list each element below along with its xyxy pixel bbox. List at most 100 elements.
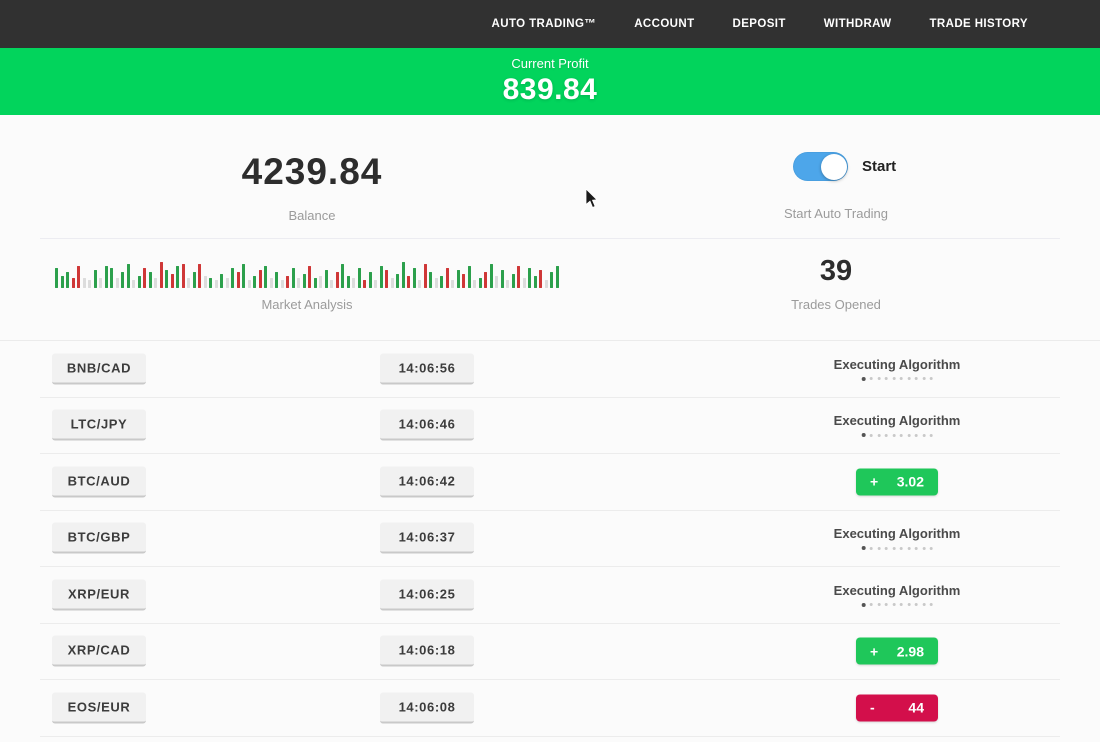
market-bar [193, 272, 196, 288]
executing-progress-dots [861, 603, 933, 607]
trade-pair-chip[interactable]: XRP/EUR [52, 579, 146, 610]
market-bar [363, 280, 366, 288]
loss-badge: -44 [856, 694, 938, 721]
market-bar [253, 276, 256, 288]
progress-dot [870, 434, 873, 437]
nav-item-trade-history[interactable]: TRADE HISTORY [930, 18, 1029, 30]
trade-row: BNB/CAD14:06:56Executing Algorithm [40, 341, 1060, 398]
nav-item-withdraw[interactable]: WITHDRAW [824, 18, 892, 30]
progress-dot [915, 377, 918, 380]
profit-banner: Current Profit 839.84 [0, 48, 1100, 115]
market-bar [495, 276, 498, 288]
trade-time-chip: 14:06:46 [380, 410, 474, 441]
progress-dot [892, 603, 895, 606]
market-bar [281, 280, 284, 288]
trades-opened-value: 39 [716, 255, 956, 288]
progress-dot [930, 377, 933, 380]
market-bar [352, 278, 355, 288]
trade-row: BTC/GBP14:06:37Executing Algorithm [40, 511, 1060, 568]
progress-dot [877, 603, 880, 606]
market-bar [528, 268, 531, 288]
trade-pair-chip[interactable]: BTC/GBP [52, 523, 146, 554]
profit-banner-label: Current Profit [511, 56, 588, 71]
trade-pair-chip[interactable]: BTC/AUD [52, 466, 146, 497]
result-value: 3.02 [897, 474, 924, 490]
market-bar [297, 278, 300, 288]
nav-item-account[interactable]: ACCOUNT [634, 18, 694, 30]
market-analysis-chart [55, 258, 561, 288]
market-bar [116, 278, 119, 288]
trade-pair-chip[interactable]: XRP/CAD [52, 636, 146, 667]
toggle-state-label: Start [862, 158, 896, 175]
market-analysis-label: Market Analysis [127, 297, 487, 312]
toggle-knob [821, 154, 847, 180]
trade-pair-chip[interactable]: BNB/CAD [52, 353, 146, 384]
result-sign: + [870, 643, 878, 659]
trade-status: Executing Algorithm [834, 583, 961, 607]
market-bar [160, 262, 163, 288]
market-bar [77, 266, 80, 288]
market-bar [407, 276, 410, 288]
market-bar [358, 268, 361, 288]
balance-label: Balance [132, 208, 492, 223]
market-bar [99, 278, 102, 288]
executing-algorithm-label: Executing Algorithm [834, 413, 961, 428]
progress-dot [861, 433, 865, 437]
market-bar [468, 266, 471, 288]
market-bar [325, 270, 328, 288]
market-bar [154, 278, 157, 288]
market-bar [314, 278, 317, 288]
market-bar [286, 276, 289, 288]
progress-dot [900, 603, 903, 606]
market-bar [61, 276, 64, 288]
market-bar [264, 266, 267, 288]
progress-dot [877, 377, 880, 380]
progress-dot [922, 547, 925, 550]
market-bar [220, 274, 223, 288]
progress-dot [907, 603, 910, 606]
market-bar [446, 268, 449, 288]
auto-trading-toggle[interactable] [793, 152, 848, 181]
trade-pair-chip[interactable]: EOS/EUR [52, 692, 146, 723]
market-bar [204, 276, 207, 288]
trades-list: BNB/CAD14:06:56Executing Algorithm LTC/JP… [0, 341, 1100, 737]
market-bar [380, 266, 383, 288]
market-bar [292, 268, 295, 288]
progress-dot [922, 434, 925, 437]
progress-dot [930, 603, 933, 606]
market-bar [149, 272, 152, 288]
stats-divider [40, 238, 1060, 239]
profit-badge: +2.98 [856, 638, 938, 665]
market-bar [121, 272, 124, 288]
market-bar [88, 280, 91, 288]
trade-pair-chip[interactable]: LTC/JPY [52, 410, 146, 441]
executing-progress-dots [861, 433, 933, 437]
nav-item-auto-trading[interactable]: AUTO TRADING™ [492, 18, 597, 30]
market-bar [231, 268, 234, 288]
stats-section: 4239.84 Balance Start Start Auto Trading… [0, 115, 1100, 341]
progress-dot [892, 547, 895, 550]
progress-dot [900, 547, 903, 550]
trade-status: Executing Algorithm [834, 526, 961, 550]
progress-dot [907, 377, 910, 380]
trade-time-chip: 14:06:42 [380, 466, 474, 497]
progress-dot [885, 377, 888, 380]
market-bar [259, 270, 262, 288]
trade-row: XRP/CAD14:06:18+2.98 [40, 624, 1060, 681]
profit-badge: +3.02 [856, 468, 938, 495]
market-bar [248, 280, 251, 288]
trade-status: +2.98 [856, 638, 938, 665]
progress-dot [870, 377, 873, 380]
progress-dot [907, 547, 910, 550]
market-bar [462, 274, 465, 288]
market-bar [517, 266, 520, 288]
executing-algorithm-label: Executing Algorithm [834, 357, 961, 372]
market-bar [391, 278, 394, 288]
progress-dot [885, 434, 888, 437]
market-bar [457, 270, 460, 288]
market-bar [275, 272, 278, 288]
trade-row: BTC/AUD 14:06:42 +3.02 [40, 454, 1060, 511]
market-bar [440, 276, 443, 288]
nav-item-deposit[interactable]: DEPOSIT [733, 18, 786, 30]
market-bar [451, 280, 454, 288]
